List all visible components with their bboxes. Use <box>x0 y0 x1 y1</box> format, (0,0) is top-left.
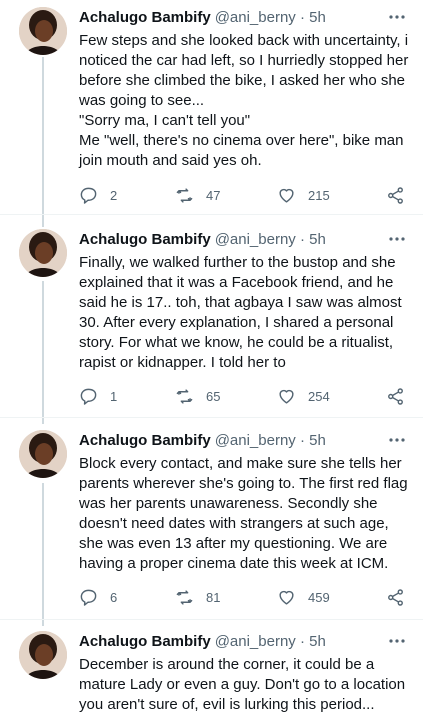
retweet-icon <box>176 187 193 203</box>
like-button[interactable]: 215 <box>277 185 330 205</box>
reply-count: 2 <box>110 187 118 203</box>
tweet-actions: 1 65 254 <box>79 386 409 406</box>
retweet-count: 81 <box>206 589 221 605</box>
tweet-header: Achalugo Bambify @ani_berny · 5h <box>79 8 423 28</box>
more-icon[interactable] <box>389 434 405 446</box>
tweet-header: Achalugo Bambify @ani_berny · 5h <box>79 431 423 451</box>
reply-icon <box>80 388 97 405</box>
reply-button[interactable]: 2 <box>79 185 117 205</box>
author-name[interactable]: Achalugo Bambify <box>79 231 211 248</box>
retweet-icon <box>176 388 193 404</box>
heart-icon <box>279 389 294 404</box>
like-button[interactable]: 459 <box>277 587 330 607</box>
tweet-actions: 2 47 215 <box>79 185 409 205</box>
tweet-text: Block every contact, and make sure she t… <box>79 455 412 572</box>
tweet-actions: 6 81 459 <box>79 587 409 607</box>
share-icon <box>388 588 403 606</box>
like-count: 215 <box>308 187 330 203</box>
author-name[interactable]: Achalugo Bambify <box>79 432 211 449</box>
share-icon <box>388 387 403 405</box>
heart-icon <box>279 590 294 605</box>
share-button[interactable] <box>386 587 405 607</box>
handle-time: @ani_berny · 5h <box>214 633 326 650</box>
avatar[interactable] <box>19 229 67 277</box>
share-button[interactable] <box>386 185 405 205</box>
handle-time: @ani_berny · 5h <box>214 9 326 26</box>
reply-count: 1 <box>110 388 118 404</box>
tweet[interactable]: Achalugo Bambify @ani_berny · 5h December… <box>0 631 423 720</box>
tweet-text: Finally, we walked further to the bustop… <box>79 254 406 371</box>
author-name[interactable]: Achalugo Bambify <box>79 9 211 26</box>
reply-button[interactable]: 1 <box>79 386 117 406</box>
retweet-button[interactable]: 47 <box>175 185 220 205</box>
retweet-count: 65 <box>206 388 221 404</box>
tweet-divider <box>0 619 423 620</box>
tweet-divider <box>0 214 423 215</box>
retweet-button[interactable]: 81 <box>175 587 220 607</box>
more-icon[interactable] <box>389 11 405 23</box>
tweet-text: Few steps and she looked back with uncer… <box>79 32 409 169</box>
tweet-header: Achalugo Bambify @ani_berny · 5h <box>79 230 423 250</box>
more-icon[interactable] <box>389 635 405 647</box>
tweet-header: Achalugo Bambify @ani_berny · 5h <box>79 632 423 652</box>
reply-icon <box>80 589 97 606</box>
like-count: 459 <box>308 589 330 605</box>
avatar[interactable] <box>19 7 67 55</box>
like-count: 254 <box>308 388 330 404</box>
share-icon <box>388 186 403 204</box>
reply-button[interactable]: 6 <box>79 587 117 607</box>
reply-count: 6 <box>110 589 118 605</box>
heart-icon <box>279 188 294 203</box>
handle-time: @ani_berny · 5h <box>214 432 326 449</box>
tweet-divider <box>0 417 423 418</box>
tweet[interactable]: Achalugo Bambify @ani_berny · 5h Finally,… <box>0 229 423 425</box>
retweet-button[interactable]: 65 <box>175 386 220 406</box>
like-button[interactable]: 254 <box>277 386 330 406</box>
more-icon[interactable] <box>389 233 405 245</box>
author-name[interactable]: Achalugo Bambify <box>79 633 211 650</box>
tweet-text: December is around the corner, it could … <box>79 656 410 713</box>
share-button[interactable] <box>386 386 405 406</box>
reply-icon <box>80 187 97 204</box>
tweet[interactable]: Achalugo Bambify @ani_berny · 5h Block ev… <box>0 430 423 626</box>
retweet-count: 47 <box>206 187 221 203</box>
avatar[interactable] <box>19 430 67 478</box>
handle-time: @ani_berny · 5h <box>214 231 326 248</box>
retweet-icon <box>176 589 193 605</box>
tweet[interactable]: Achalugo Bambify @ani_berny · 5h Few step… <box>0 7 423 213</box>
avatar[interactable] <box>19 631 67 679</box>
